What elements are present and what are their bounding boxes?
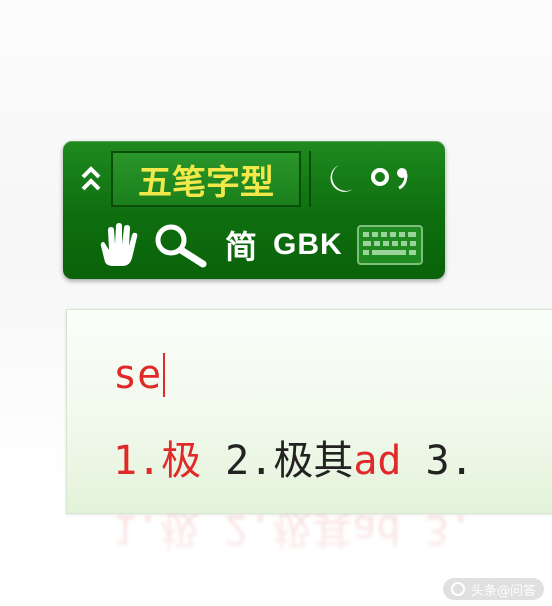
divider [309, 151, 311, 207]
text-caret [163, 353, 166, 397]
candidate-number: 1. [113, 438, 162, 484]
candidate-list: 1.极 2.极其ad 3. [113, 428, 498, 486]
candidate-number: 2. [225, 438, 274, 484]
watermark: 头条@问答 [442, 578, 544, 600]
charset-toggle[interactable]: GBK [273, 228, 343, 262]
watermark-text: 头条@问答 [470, 583, 536, 599]
input-mode-button[interactable]: 五笔字型 [111, 151, 301, 207]
ime-status-bar[interactable]: 五笔字型 简 GBK [63, 141, 445, 279]
search-icon[interactable] [151, 222, 209, 268]
candidate-item[interactable]: 3. [426, 438, 474, 484]
script-toggle[interactable]: 简 [225, 222, 257, 268]
moon-icon[interactable] [325, 159, 359, 199]
ime-bottom-row: 简 GBK [71, 217, 437, 273]
keyboard-icon[interactable] [356, 225, 423, 265]
punctuation-icon[interactable] [369, 161, 413, 198]
candidate-code-hint: ad [353, 438, 402, 484]
watermark-logo-icon [450, 582, 465, 596]
candidate-number: 3. [425, 438, 474, 484]
hand-icon[interactable] [95, 222, 139, 268]
candidate-word: 极其 [273, 438, 354, 484]
candidate-item[interactable]: 1.极 [113, 428, 201, 486]
candidate-item[interactable]: 2.极其ad [225, 428, 401, 486]
input-mode-label: 五笔字型 [138, 162, 274, 203]
candidate-word: 极 [161, 438, 202, 484]
double-chevron-up-icon[interactable] [71, 151, 111, 207]
composition-text: se [113, 352, 162, 398]
candidate-window: se 1.极 2.极其ad 3. [66, 309, 552, 514]
ime-top-row: 五笔字型 [71, 147, 437, 211]
composition-line: se [113, 350, 166, 400]
